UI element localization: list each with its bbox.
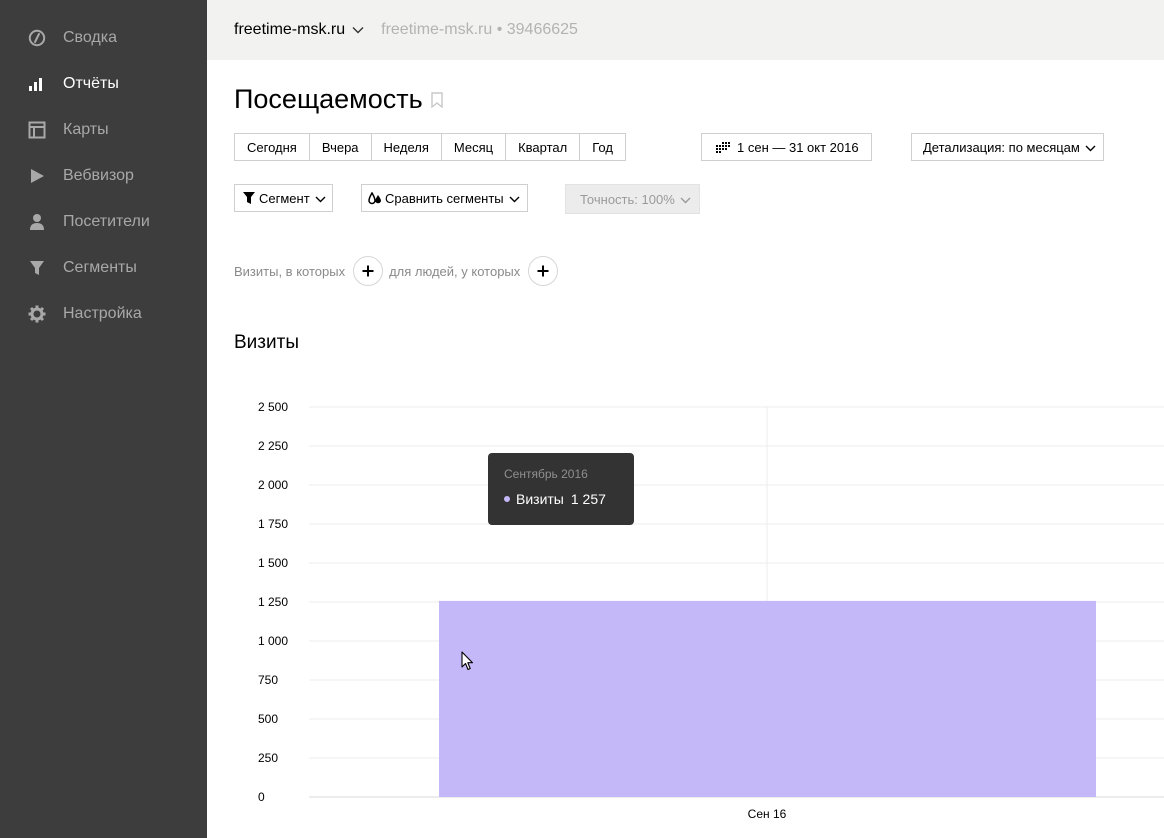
tooltip-title: Сентябрь 2016: [504, 467, 588, 481]
y-tick-label: 1 500: [258, 556, 288, 570]
y-tick-label: 1 750: [258, 517, 288, 531]
tooltip-value: 1 257: [570, 491, 606, 507]
chart-tooltip: Сентябрь 2016 Визиты 1 257: [488, 453, 634, 525]
bar: [439, 600, 1096, 797]
y-tick-label: 250: [258, 751, 278, 765]
y-tick-label: 500: [258, 712, 278, 726]
y-tick-label: 2 000: [258, 478, 288, 492]
y-tick-label: 1 000: [258, 634, 288, 648]
series-dot: [504, 496, 510, 502]
y-tick-label: 0: [258, 790, 265, 804]
mouse-cursor-icon: [461, 651, 475, 676]
tooltip-series: Визиты: [516, 491, 564, 507]
visits-chart: 0 250 500 750 1 000 1 250 1 500 1 750 2 000 2 250…: [258, 400, 1164, 821]
x-tick-label: Сен 16: [748, 807, 787, 821]
y-tick-label: 750: [258, 673, 278, 687]
y-tick-label: 1 250: [258, 595, 288, 609]
tooltip-row: Визиты 1 257: [504, 491, 634, 507]
y-tick-label: 2 500: [258, 400, 288, 414]
y-tick-label: 2 250: [258, 439, 288, 453]
